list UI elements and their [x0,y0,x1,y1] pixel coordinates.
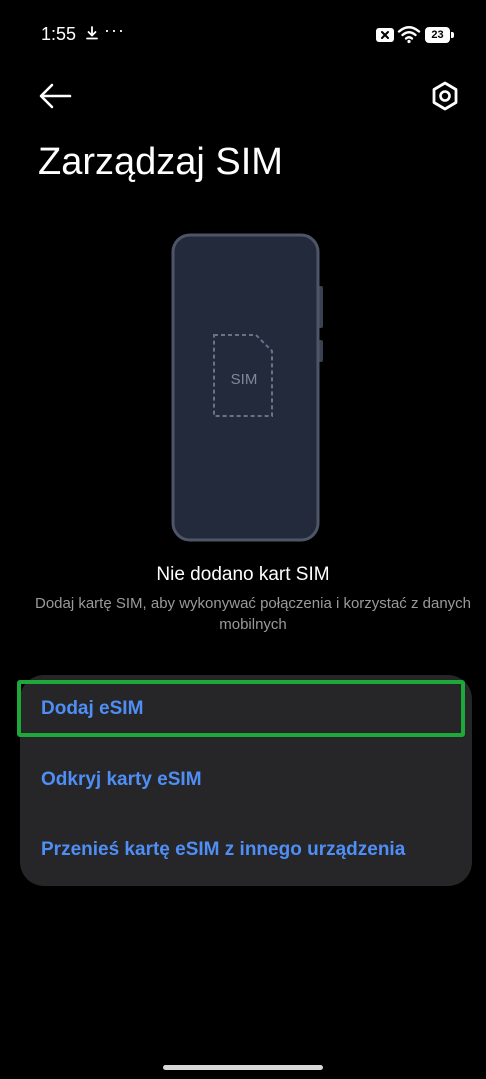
transfer-esim-label: Przenieś kartę eSIM z innego urządzenia [41,839,406,860]
back-arrow-icon [39,83,72,109]
home-indicator[interactable] [163,1065,323,1070]
transfer-esim-option[interactable]: Przenieś kartę eSIM z innego urządzenia [20,816,472,886]
add-esim-label: Dodaj eSIM [41,698,144,719]
battery-level: 23 [425,27,450,43]
page-title: Zarządzaj SIM [38,141,283,183]
download-icon [86,26,98,40]
empty-state-title: Nie dodano kart SIM [156,564,330,585]
sim-disabled-icon [376,28,394,42]
back-button[interactable] [34,78,78,114]
wifi-icon [397,26,421,44]
more-notifications-icon: ··· [104,20,125,40]
phone-illustration: SIM [171,233,323,542]
add-esim-option[interactable]: Dodaj eSIM [20,675,472,745]
status-time: 1:55 [41,24,77,44]
settings-icon [432,81,458,111]
status-bar: 1:55 ··· 23 [0,0,486,70]
empty-state-description: Dodaj kartę SIM, aby wykonywać połączeni… [34,595,472,633]
esim-options-card: Dodaj eSIM Odkryj karty eSIM Przenieś ka… [20,675,472,886]
discover-esim-option[interactable]: Odkryj karty eSIM [20,746,472,816]
settings-button[interactable] [424,76,466,116]
sim-slot-label: SIM [231,371,258,388]
battery-icon: 23 [425,27,454,43]
discover-esim-label: Odkryj karty eSIM [41,769,202,790]
battery-tip [451,32,454,38]
